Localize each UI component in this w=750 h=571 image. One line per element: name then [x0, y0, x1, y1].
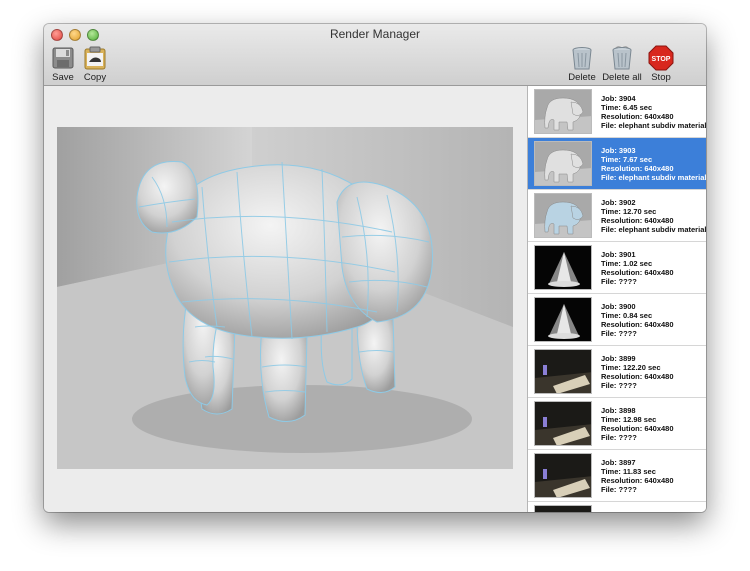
job-number: Job: 3897: [601, 458, 636, 467]
job-file: File: ????: [601, 433, 637, 442]
job-row[interactable]: Job: 3899 Time: 122.20 sec Resolution: 640…: [528, 346, 706, 398]
job-time: Time: 12.70 sec: [601, 207, 657, 216]
delete-all-button[interactable]: Delete all: [600, 45, 644, 83]
stop-sign-text: STOP: [652, 56, 671, 63]
elephant-render: [57, 127, 513, 469]
job-info: Job: 3902 Time: 12.70 sec Resolution: 640x…: [601, 198, 706, 234]
job-file: File: ????: [601, 485, 637, 494]
render-manager-window: Render Manager Save Copy Delete Delete a…: [44, 24, 706, 512]
job-thumbnail: [534, 141, 592, 186]
job-number: Job: 3903: [601, 146, 636, 155]
job-row[interactable]: Job: 3898 Time: 12.98 sec Resolution: 640x…: [528, 398, 706, 450]
title-bar: Render Manager Save Copy Delete Delete a…: [44, 24, 706, 86]
copy-button[interactable]: Copy: [73, 45, 117, 83]
delete-button[interactable]: Delete: [560, 45, 604, 83]
render-image: [57, 127, 513, 469]
stop-button[interactable]: STOP Stop: [639, 45, 683, 83]
job-row-partial[interactable]: [528, 502, 706, 512]
job-info: Job: 3904 Time: 6.45 sec Resolution: 640x4…: [601, 94, 706, 130]
job-resolution: Resolution: 640x480: [601, 164, 674, 173]
render-viewer: [44, 86, 526, 512]
job-number: Job: 3902: [601, 198, 636, 207]
job-time: Time: 1.02 sec: [601, 259, 653, 268]
job-resolution: Resolution: 640x480: [601, 424, 674, 433]
job-file: File: ????: [601, 329, 637, 338]
job-time: Time: 11.83 sec: [601, 467, 656, 476]
job-thumbnail: [534, 401, 592, 446]
job-number: Job: 3898: [601, 406, 636, 415]
job-number: Job: 3904: [601, 94, 636, 103]
job-time: Time: 7.67 sec: [601, 155, 653, 164]
job-number: Job: 3901: [601, 250, 636, 259]
job-row[interactable]: Job: 3903 Time: 7.67 sec Resolution: 640x4…: [528, 138, 706, 190]
job-file: File: ????: [601, 381, 637, 390]
job-row[interactable]: Job: 3900 Time: 0.84 sec Resolution: 640x4…: [528, 294, 706, 346]
full-trash-icon: [612, 46, 632, 70]
job-resolution: Resolution: 640x480: [601, 372, 674, 381]
job-file: File: elephant subdiv material: [601, 173, 706, 182]
main-content: Job: 3904 Time: 6.45 sec Resolution: 640x4…: [44, 86, 706, 512]
job-resolution: Resolution: 640x480: [601, 112, 674, 121]
job-thumbnail: [534, 245, 592, 290]
save-label: Save: [52, 72, 74, 83]
job-row[interactable]: Job: 3897 Time: 11.83 sec Resolution: 640x…: [528, 450, 706, 502]
render-jobs-list[interactable]: Job: 3904 Time: 6.45 sec Resolution: 640x4…: [527, 86, 706, 512]
job-thumbnail: [534, 453, 592, 498]
job-time: Time: 12.98 sec: [601, 415, 657, 424]
delete-label: Delete: [568, 72, 596, 83]
job-thumbnail: [534, 193, 592, 238]
window-title: Render Manager: [329, 27, 421, 41]
job-info: Job: 3899 Time: 122.20 sec Resolution: 640…: [601, 354, 674, 390]
job-thumbnail: [534, 89, 592, 134]
job-info: Job: 3898 Time: 12.98 sec Resolution: 640x…: [601, 406, 674, 442]
job-time: Time: 122.20 sec: [601, 363, 661, 372]
job-file: File: ????: [601, 277, 637, 286]
job-file: File: elephant subdiv material: [601, 121, 706, 130]
job-thumbnail: [534, 349, 592, 394]
copy-label: Copy: [83, 72, 107, 83]
job-resolution: Resolution: 640x480: [601, 320, 674, 329]
job-time: Time: 0.84 sec: [601, 311, 653, 320]
job-number: Job: 3899: [601, 354, 636, 363]
job-number: Job: 3900: [601, 302, 636, 311]
delete-all-label: Delete all: [602, 72, 642, 83]
trash-icon: [572, 47, 592, 70]
job-resolution: Resolution: 640x480: [601, 476, 674, 485]
job-info: Job: 3897 Time: 11.83 sec Resolution: 640x…: [601, 458, 674, 494]
job-row[interactable]: Job: 3901 Time: 1.02 sec Resolution: 640x4…: [528, 242, 706, 294]
stop-sign-icon: STOP: [648, 45, 674, 71]
clipboard-icon: [84, 46, 106, 70]
job-resolution: Resolution: 640x480: [601, 268, 674, 277]
job-time: Time: 6.45 sec: [601, 103, 653, 112]
job-info: Job: 3903 Time: 7.67 sec Resolution: 640x4…: [601, 146, 706, 182]
job-info: Job: 3901 Time: 1.02 sec Resolution: 640x4…: [601, 250, 674, 286]
job-row[interactable]: Job: 3902 Time: 12.70 sec Resolution: 640x…: [528, 190, 706, 242]
job-thumbnail: [534, 297, 592, 342]
stop-label: Stop: [651, 72, 671, 83]
job-info: Job: 3900 Time: 0.84 sec Resolution: 640x4…: [601, 302, 674, 338]
job-row[interactable]: Job: 3904 Time: 6.45 sec Resolution: 640x4…: [528, 86, 706, 138]
job-file: File: elephant subdiv material: [601, 225, 706, 234]
job-resolution: Resolution: 640x480: [601, 216, 674, 225]
job-thumbnail: [534, 505, 592, 512]
